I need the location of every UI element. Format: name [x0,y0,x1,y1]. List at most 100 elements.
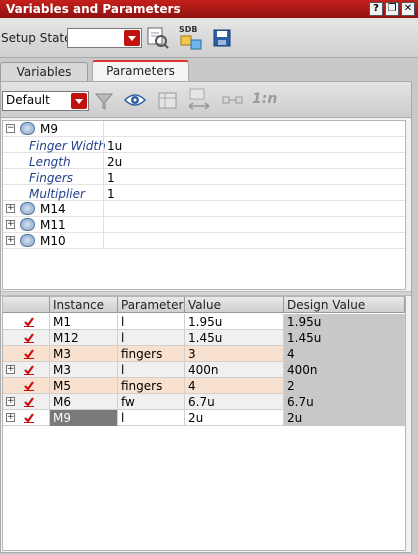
instance-cell: M3 [50,346,118,362]
save-icon[interactable] [213,29,231,47]
table-header: Instance ▲ Parameter Value Design Value [3,297,405,326]
value-cell[interactable]: 6.7u [185,394,284,410]
column-divider [103,201,104,217]
checkmark-icon[interactable] [24,397,34,407]
tree-node[interactable]: + M11 [3,217,405,233]
expand-icon[interactable]: + [6,220,15,229]
link-icon[interactable] [222,93,244,107]
column-divider [103,185,104,201]
tree-param-row[interactable]: Multiplier 1 [3,185,405,201]
select-cell[interactable] [3,378,50,394]
checkmark-icon[interactable] [24,365,34,375]
design-value-cell: 2u [284,410,405,426]
parameters-panel: Default 1:n − M9 Finger Width 1u Length 2u Fin… [0,81,412,553]
checkmark-icon[interactable] [24,333,34,343]
tree-param-row[interactable]: Fingers 1 [3,169,405,185]
window-title: Variables and Parameters [6,2,181,16]
instance-icon [20,218,35,231]
select-cell[interactable] [3,314,50,330]
select-cell[interactable]: + [3,394,50,410]
expand-icon[interactable]: + [6,413,15,422]
header-select[interactable] [3,297,50,313]
tab-parameters[interactable]: Parameters [92,60,189,81]
tab-variables[interactable]: Variables [0,62,88,81]
header-parameter[interactable]: Parameter [118,297,185,313]
param-value[interactable]: 1u [107,139,122,153]
one-to-n-icon[interactable]: 1:n [252,91,277,107]
column-divider [103,153,104,169]
parameter-cell: l [118,410,185,426]
tree-node[interactable]: − M9 [3,121,405,137]
checkmark-icon[interactable] [24,381,34,391]
value-cell[interactable]: 3 [185,346,284,362]
instance-tree[interactable]: − M9 Finger Width 1u Length 2u Fingers 1 Multipl… [2,120,406,290]
parameter-cell: fw [118,394,185,410]
close-button[interactable]: ✕ [401,2,415,16]
expand-icon[interactable]: + [6,365,15,374]
title-bar: Variables and Parameters ? ❐ ✕ [0,0,418,18]
table-row[interactable]: + M6 fw 6.7u 6.7u [3,394,405,410]
value-cell[interactable]: 1.45u [185,330,284,346]
eye-icon[interactable] [124,92,146,108]
instance-cell: M9 [50,410,118,426]
select-cell[interactable]: + [3,410,50,426]
parameter-cell: fingers [118,378,185,394]
table-row[interactable]: M3 fingers 3 4 [3,346,405,362]
expand-icon[interactable]: + [6,397,15,406]
column-divider [103,217,104,233]
header-design-value[interactable]: Design Value [284,297,405,313]
tab-strip: Variables Parameters [0,59,418,81]
collapse-icon[interactable]: − [6,124,15,133]
tree-param-row[interactable]: Length 2u [3,153,405,169]
expand-icon[interactable]: + [6,204,15,213]
checkmark-icon[interactable] [24,349,34,359]
param-name: Fingers [29,171,74,185]
resize-columns-icon[interactable] [187,88,211,112]
table-row[interactable]: + M3 l 400n 400n [3,362,405,378]
table-row[interactable]: + M9 l 2u 2u [3,410,405,426]
design-value-cell: 2 [284,378,405,394]
select-cell[interactable] [3,346,50,362]
column-divider [103,233,104,249]
parameter-table[interactable]: Instance ▲ Parameter Value Design Value … [2,296,406,551]
checkmark-icon[interactable] [24,317,34,327]
header-instance[interactable]: Instance ▲ [50,297,118,326]
filter-icon[interactable] [94,91,114,111]
setup-state-combo[interactable] [67,28,142,48]
undock-button[interactable]: ❐ [385,2,399,16]
tree-node[interactable]: + M10 [3,233,405,249]
instance-cell: M3 [50,362,118,378]
tree-node-label: M10 [40,234,66,248]
parameter-cell: l [118,314,185,330]
tree-param-row[interactable]: Finger Width 1u [3,137,405,153]
value-cell[interactable]: 1.95u [185,314,284,330]
table-row[interactable]: M1 l 1.95u 1.95u [3,314,405,330]
value-cell[interactable]: 400n [185,362,284,378]
instance-icon [20,122,35,135]
expand-icon[interactable]: + [6,236,15,245]
filter-combo[interactable]: Default [2,91,89,111]
header-value[interactable]: Value [185,297,284,313]
chevron-down-icon [124,30,140,46]
checkmark-icon[interactable] [24,413,34,423]
select-cell[interactable] [3,330,50,346]
column-divider [103,137,104,153]
param-value[interactable]: 1 [107,171,115,185]
chevron-down-icon [71,93,87,109]
setup-toolbar: Setup State: SDB [0,18,418,58]
tree-node[interactable]: + M14 [3,201,405,217]
table-row[interactable]: M12 l 1.45u 1.45u [3,330,405,346]
param-value[interactable]: 2u [107,155,122,169]
param-value[interactable]: 1 [107,187,115,201]
filter-toolbar: Default 1:n [1,82,411,118]
value-cell[interactable]: 2u [185,410,284,426]
value-cell[interactable]: 4 [185,378,284,394]
select-cell[interactable]: + [3,362,50,378]
table-view-icon[interactable] [158,92,178,110]
instance-cell: M6 [50,394,118,410]
param-name: Finger Width [29,139,106,153]
help-button[interactable]: ? [369,2,383,16]
table-row[interactable]: M5 fingers 4 2 [3,378,405,394]
sdb-icon[interactable]: SDB [178,24,204,52]
load-setup-icon[interactable] [146,26,170,50]
